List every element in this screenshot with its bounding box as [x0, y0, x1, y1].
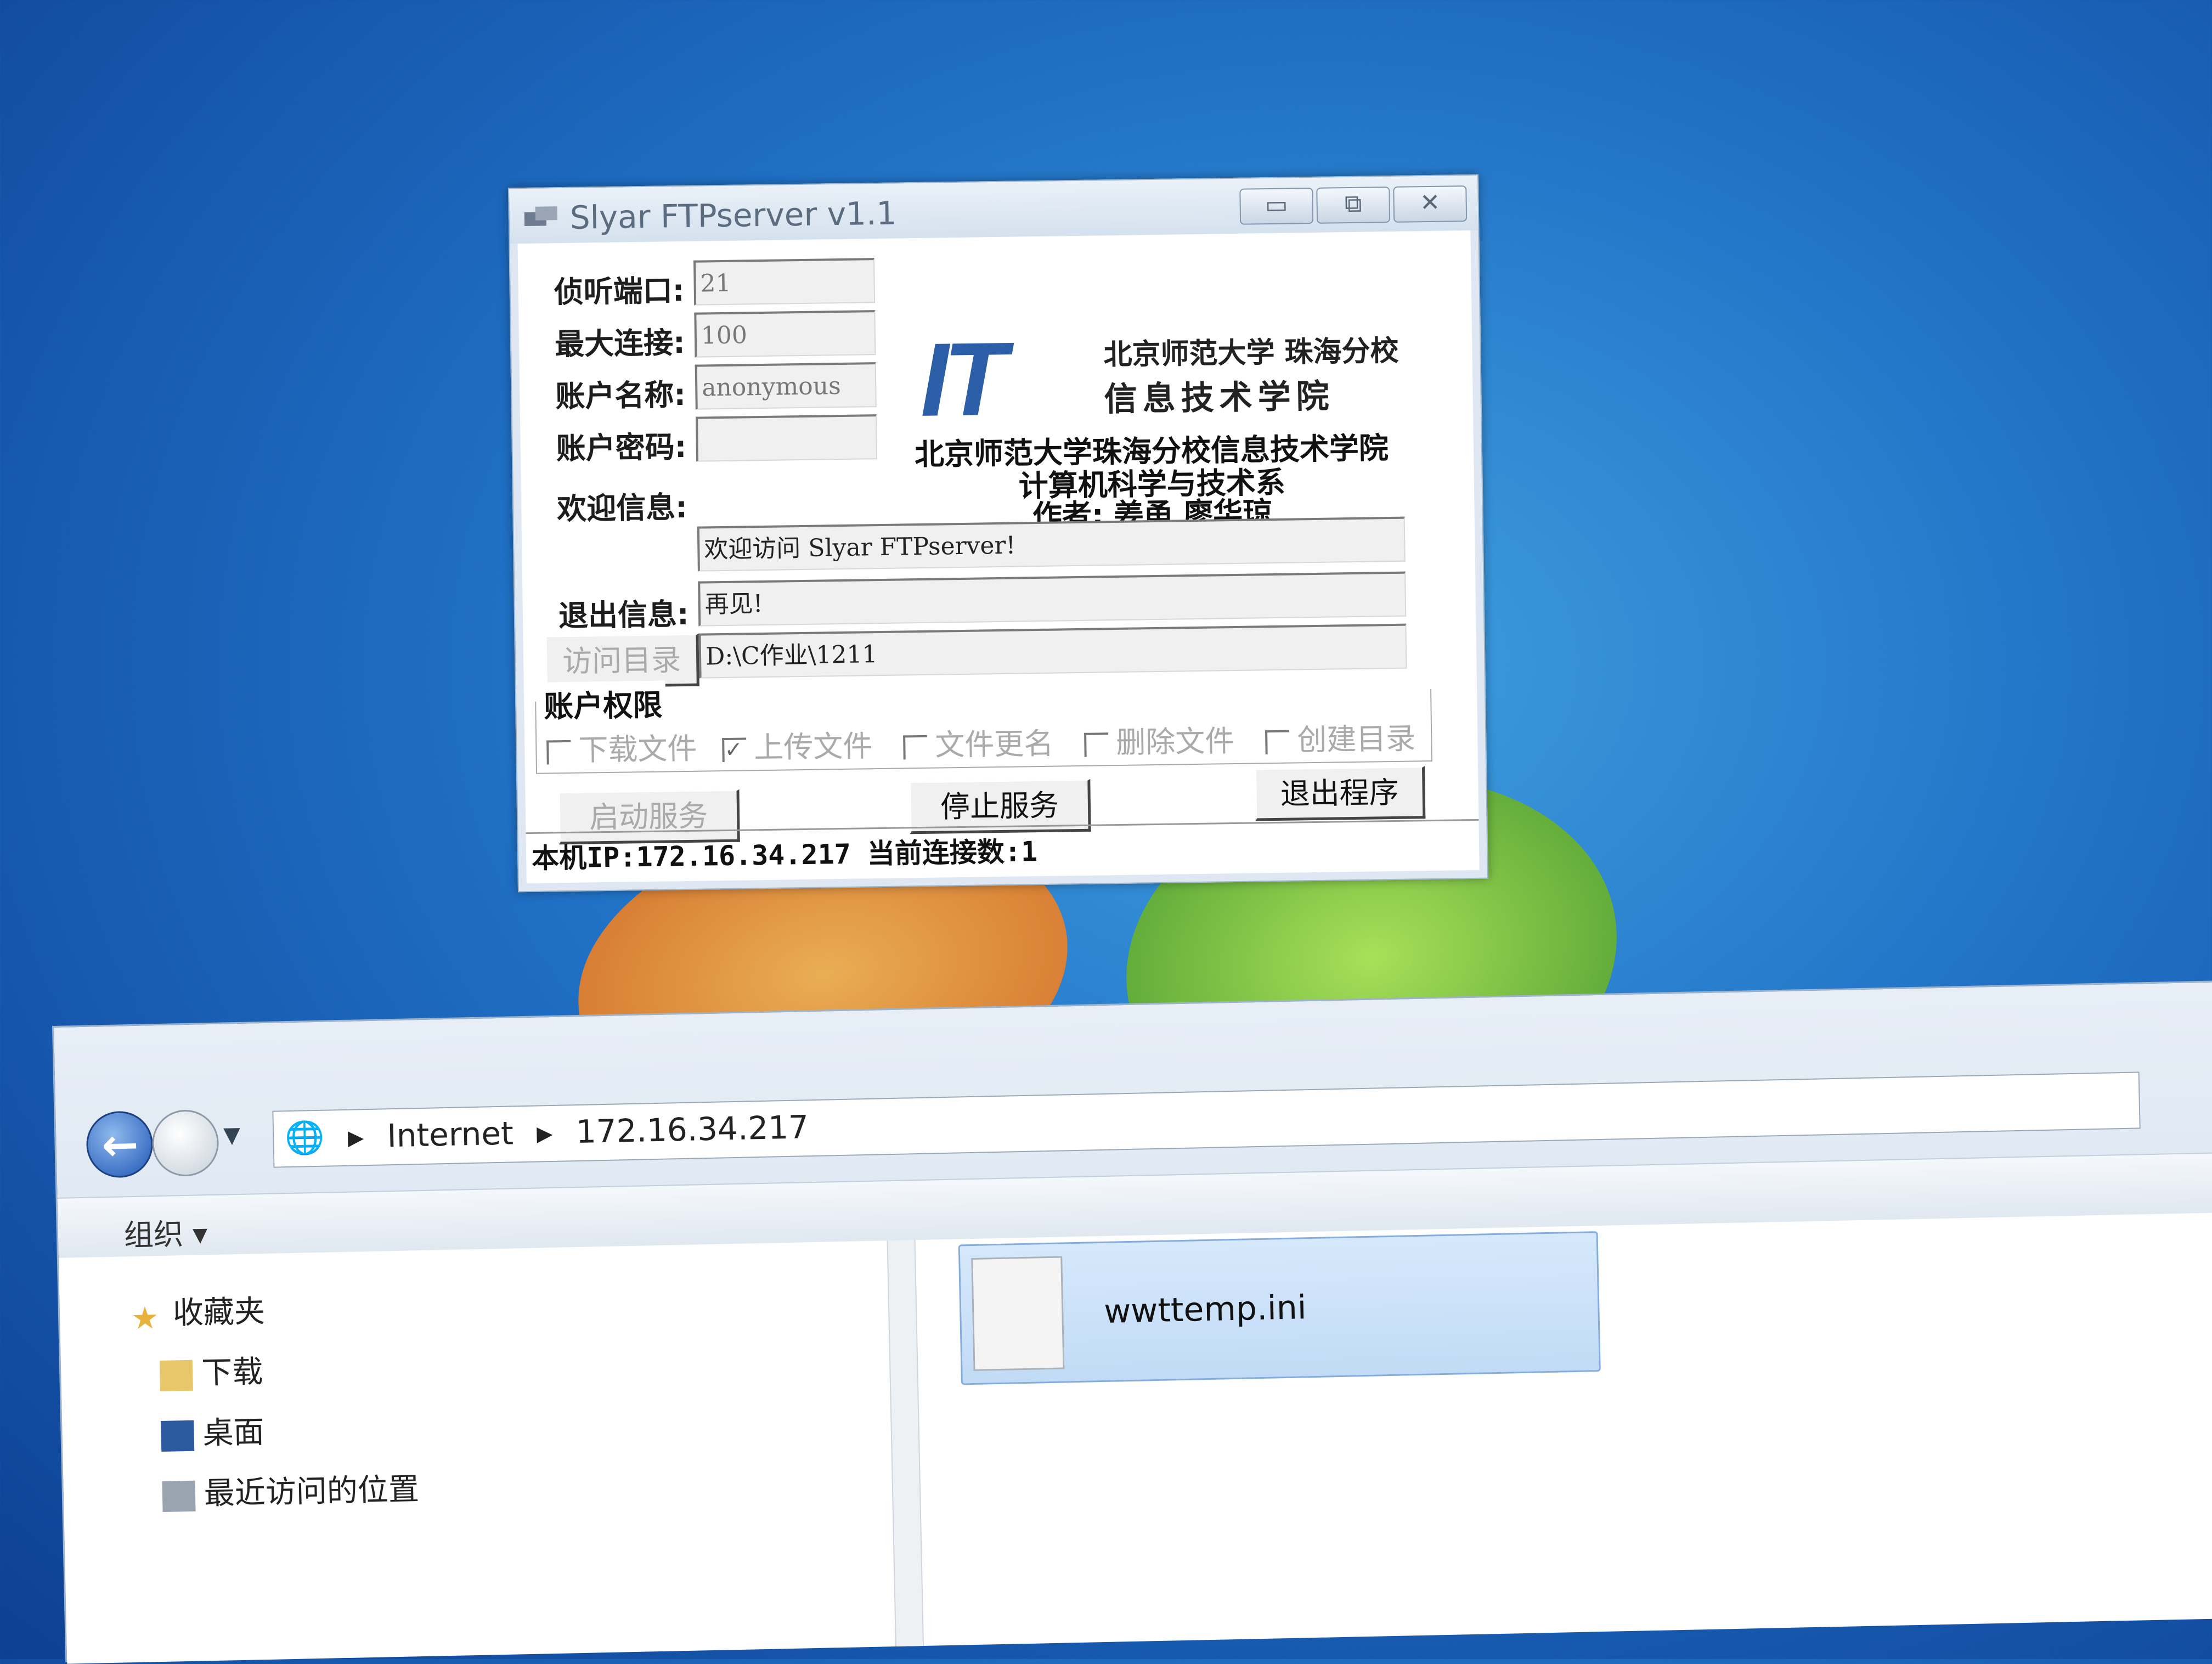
perm-mkdir-checkbox[interactable]: 创建目录	[1265, 714, 1416, 759]
explorer-window: ← ▼ 🌐 ▸ Internet ▸ 172.16.34.217 组织 ▾ ★ 收…	[52, 980, 2212, 1664]
exit-label: 退出信息:	[558, 596, 690, 634]
perm-rename-checkbox[interactable]: 文件更名	[903, 719, 1054, 765]
checkbox-icon	[903, 735, 928, 760]
maximize-button[interactable]: ⧉	[1316, 186, 1391, 224]
explorer-content: ★ 收藏夹 下载 桌面 最近访问的位置 wwttemp.ini	[58, 1212, 2212, 1664]
nav-desktop-label: 桌面	[202, 1414, 265, 1452]
network-icon: 🌐	[284, 1118, 325, 1157]
perm-rename-label: 文件更名	[934, 726, 1054, 763]
nav-favorites-label: 收藏夹	[172, 1293, 266, 1332]
nav-downloads[interactable]: 下载	[159, 1347, 263, 1394]
nav-recent-places[interactable]: 最近访问的位置	[162, 1464, 420, 1514]
perm-delete-label: 删除文件	[1115, 724, 1235, 760]
checkmark-icon: ✓	[722, 737, 747, 763]
breadcrumb-separator-icon: ▸	[347, 1118, 364, 1155]
account-label: 账户名称:	[555, 377, 686, 414]
minimize-button[interactable]: ▭	[1239, 187, 1314, 225]
breadcrumb-separator-icon: ▸	[536, 1113, 554, 1152]
exit-input[interactable]: 再见!	[698, 571, 1407, 627]
checkbox-icon	[1084, 732, 1109, 758]
perm-upload-label: 上传文件	[753, 729, 873, 765]
max-conn-label: 最大连接:	[554, 325, 686, 362]
organize-menu[interactable]: 组织 ▾	[123, 1209, 208, 1254]
checkbox-icon	[1265, 730, 1290, 755]
password-label: 账户密码:	[556, 429, 687, 466]
perm-upload-checkbox[interactable]: ✓ 上传文件	[722, 721, 873, 767]
school-name-line1: 北京师范大学 珠海分校	[1103, 334, 1399, 372]
ftp-app-icon	[524, 206, 557, 227]
port-input[interactable]: 21	[693, 258, 876, 306]
forward-button[interactable]	[151, 1109, 219, 1177]
recent-pages-chevron-icon[interactable]: ▼	[223, 1123, 241, 1148]
max-conn-input[interactable]: 100	[694, 310, 876, 358]
welcome-input[interactable]: 欢迎访问 Slyar FTPserver!	[697, 516, 1406, 572]
recent-places-icon	[162, 1480, 196, 1512]
breadcrumb-internet[interactable]: Internet	[387, 1114, 514, 1154]
permissions-title: 账户权限	[540, 680, 666, 726]
nav-desktop[interactable]: 桌面	[161, 1407, 265, 1454]
navpane-scrollbar[interactable]	[887, 1240, 924, 1647]
file-item[interactable]: wwttemp.ini	[958, 1231, 1601, 1385]
close-button[interactable]: ✕	[1393, 185, 1468, 223]
perm-download-label: 下载文件	[578, 731, 697, 768]
downloads-folder-icon	[159, 1360, 193, 1391]
back-button[interactable]: ←	[86, 1110, 154, 1178]
directory-button[interactable]: 访问目录	[545, 633, 699, 689]
desktop-icon	[161, 1420, 195, 1452]
password-input[interactable]	[695, 414, 878, 462]
back-arrow-icon: ←	[101, 1119, 139, 1171]
school-name-line2: 信息技术学院	[1104, 377, 1335, 419]
breadcrumb-host[interactable]: 172.16.34.217	[575, 1108, 809, 1150]
nav-favorites[interactable]: ★ 收藏夹	[131, 1287, 266, 1336]
perm-delete-checkbox[interactable]: 删除文件	[1084, 717, 1235, 762]
file-name: wwttemp.ini	[1103, 1288, 1307, 1331]
navigation-row: ← ▼ 🌐 ▸ Internet ▸ 172.16.34.217	[86, 1068, 2171, 1178]
welcome-label: 欢迎信息:	[556, 489, 688, 527]
checkbox-icon	[546, 740, 571, 765]
quit-program-button[interactable]: 退出程序	[1255, 766, 1426, 821]
nav-downloads-label: 下载	[201, 1354, 263, 1391]
it-logo: IT	[919, 320, 1003, 438]
address-bar[interactable]: 🌐 ▸ Internet ▸ 172.16.34.217	[272, 1071, 2141, 1168]
port-label: 侦听端口:	[554, 273, 685, 310]
ftp-client-area: 侦听端口: 21 最大连接: 100 账户名称: anonymous 账户密码:…	[517, 230, 1480, 884]
perm-download-checkbox[interactable]: 下载文件	[546, 724, 697, 770]
nav-recent-places-label: 最近访问的位置	[204, 1471, 420, 1512]
settings-file-icon	[971, 1256, 1065, 1371]
ftp-server-window: Slyar FTPserver v1.1 ▭ ⧉ ✕ 侦听端口: 21 最大连接…	[508, 174, 1488, 893]
star-icon: ★	[131, 1300, 160, 1336]
account-input[interactable]: anonymous	[695, 362, 877, 410]
directory-input[interactable]: D:\C作业\1211	[698, 623, 1407, 679]
ftp-window-title: Slyar FTPserver v1.1	[569, 194, 897, 236]
perm-mkdir-label: 创建目录	[1296, 721, 1416, 758]
